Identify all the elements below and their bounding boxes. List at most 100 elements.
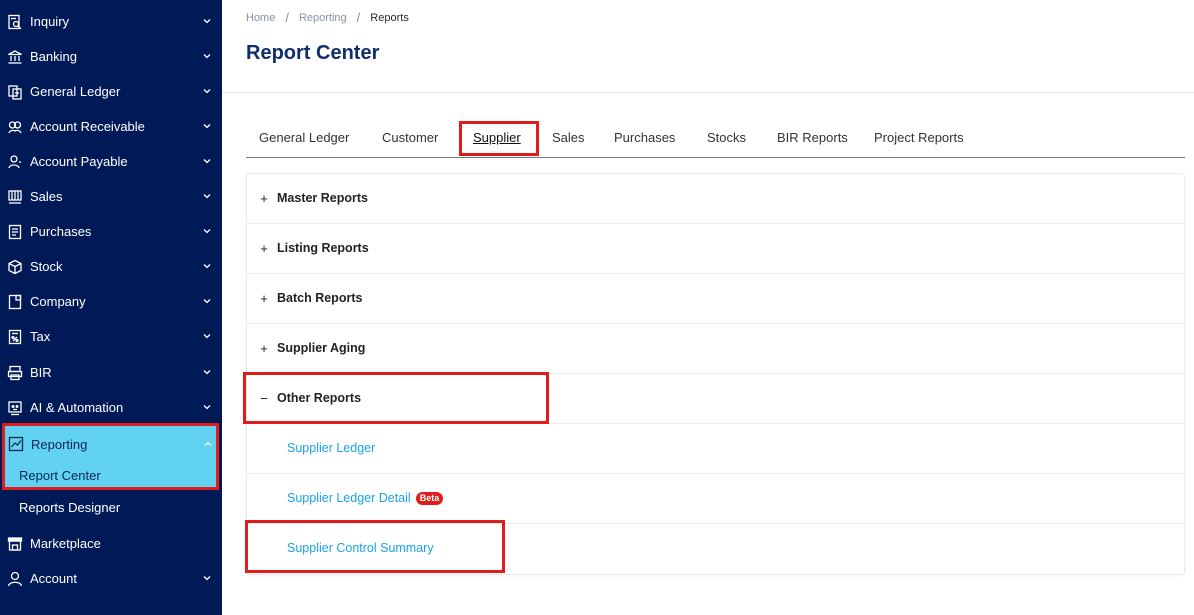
chevron-down-icon bbox=[202, 156, 212, 166]
sidebar: Inquiry Banking General Ledger Account R… bbox=[0, 0, 222, 615]
link-label: Supplier Ledger bbox=[287, 441, 376, 455]
chevron-up-icon bbox=[203, 439, 213, 449]
sidebar-item-banking[interactable]: Banking bbox=[0, 39, 222, 74]
sidebar-subitem-reports-designer[interactable]: Reports Designer bbox=[19, 500, 120, 515]
section-supplier-aging[interactable]: + Supplier Aging bbox=[247, 324, 1184, 374]
sidebar-item-label: Inquiry bbox=[30, 14, 70, 29]
section-listing-reports[interactable]: + Listing Reports bbox=[247, 224, 1184, 274]
sidebar-item-inquiry[interactable]: Inquiry bbox=[0, 4, 222, 39]
tab-sales[interactable]: Sales bbox=[552, 130, 585, 145]
sidebar-item-company[interactable]: Company bbox=[0, 284, 222, 319]
section-label: Master Reports bbox=[277, 191, 368, 205]
stock-icon bbox=[6, 258, 24, 276]
chevron-down-icon bbox=[202, 331, 212, 341]
tab-general-ledger[interactable]: General Ledger bbox=[259, 130, 349, 145]
company-icon bbox=[6, 293, 24, 311]
purchases-icon bbox=[6, 223, 24, 241]
link-supplier-ledger-detail[interactable]: Supplier Ledger Detail Beta bbox=[287, 491, 444, 505]
list-item: Supplier Ledger bbox=[247, 424, 1184, 474]
bir-icon bbox=[6, 364, 24, 382]
sidebar-item-ai-automation[interactable]: AI & Automation bbox=[0, 390, 222, 425]
expand-icon: + bbox=[260, 341, 268, 356]
sidebar-item-marketplace[interactable]: Marketplace bbox=[0, 526, 222, 561]
tab-stocks[interactable]: Stocks bbox=[707, 130, 746, 145]
chevron-down-icon bbox=[202, 261, 212, 271]
chevron-down-icon bbox=[202, 226, 212, 236]
breadcrumb-reporting[interactable]: Reporting bbox=[299, 12, 347, 24]
sales-icon bbox=[6, 188, 24, 206]
sidebar-item-label: Account Payable bbox=[30, 154, 128, 169]
receivable-icon bbox=[6, 118, 24, 136]
section-label: Supplier Aging bbox=[277, 341, 366, 355]
list-item: Supplier Ledger Detail Beta bbox=[247, 474, 1184, 524]
sidebar-item-label: Sales bbox=[30, 189, 63, 204]
sidebar-item-account-payable[interactable]: Account Payable bbox=[0, 144, 222, 179]
sidebar-item-general-ledger[interactable]: General Ledger bbox=[0, 74, 222, 109]
link-supplier-ledger[interactable]: Supplier Ledger bbox=[287, 441, 375, 455]
highlight-box-supplier-tab bbox=[459, 121, 539, 156]
sidebar-item-reporting[interactable]: Reporting bbox=[5, 428, 216, 460]
sidebar-item-label: Account Receivable bbox=[30, 119, 145, 134]
sidebar-item-account-receivable[interactable]: Account Receivable bbox=[0, 109, 222, 144]
tab-customer[interactable]: Customer bbox=[382, 130, 438, 145]
payable-icon bbox=[6, 153, 24, 171]
user-icon bbox=[6, 570, 24, 588]
ledger-icon bbox=[6, 83, 24, 101]
sidebar-item-label: AI & Automation bbox=[30, 400, 124, 415]
bank-icon bbox=[6, 48, 24, 66]
breadcrumb-separator: / bbox=[356, 10, 361, 25]
chart-icon bbox=[7, 435, 25, 453]
chevron-down-icon bbox=[202, 51, 212, 61]
section-batch-reports[interactable]: + Batch Reports bbox=[247, 274, 1184, 324]
chevron-down-icon bbox=[202, 573, 212, 583]
sidebar-item-label: Marketplace bbox=[30, 536, 101, 551]
sidebar-item-label: Reporting bbox=[31, 436, 88, 452]
header-divider bbox=[222, 92, 1194, 93]
tab-purchases[interactable]: Purchases bbox=[614, 130, 675, 145]
sidebar-item-tax[interactable]: Tax bbox=[0, 319, 222, 354]
chevron-down-icon bbox=[202, 191, 212, 201]
sidebar-item-account[interactable]: Account bbox=[0, 561, 222, 596]
chevron-down-icon bbox=[202, 402, 212, 412]
sidebar-item-label: General Ledger bbox=[30, 84, 121, 99]
breadcrumb-home[interactable]: Home bbox=[246, 12, 275, 24]
breadcrumb-current: Reports bbox=[370, 11, 409, 24]
tax-icon bbox=[6, 328, 24, 346]
sidebar-group-reporting: Reporting Report Center bbox=[2, 423, 219, 490]
expand-icon: + bbox=[260, 191, 268, 206]
chevron-down-icon bbox=[202, 86, 212, 96]
report-tabs: General Ledger Customer Supplier Sales P… bbox=[246, 118, 1185, 158]
section-label: Listing Reports bbox=[277, 241, 369, 255]
highlight-box-other-reports bbox=[243, 372, 549, 424]
sidebar-item-stock[interactable]: Stock bbox=[0, 249, 222, 284]
sidebar-item-label: Company bbox=[30, 294, 86, 309]
sidebar-item-label: Banking bbox=[30, 49, 77, 64]
sidebar-item-label: Stock bbox=[30, 259, 63, 274]
ai-icon bbox=[6, 399, 24, 417]
chevron-down-icon bbox=[202, 296, 212, 306]
sidebar-item-label: BIR bbox=[30, 365, 52, 380]
expand-icon: + bbox=[260, 241, 268, 256]
breadcrumb-separator: / bbox=[285, 10, 289, 25]
chevron-down-icon bbox=[202, 16, 212, 26]
section-master-reports[interactable]: + Master Reports bbox=[247, 174, 1184, 224]
breadcrumb: Home / Reporting / Reports bbox=[246, 10, 409, 25]
beta-badge: Beta bbox=[415, 491, 444, 505]
sidebar-item-bir[interactable]: BIR bbox=[0, 355, 222, 390]
tab-project-reports[interactable]: Project Reports bbox=[874, 130, 964, 145]
store-icon bbox=[6, 535, 24, 553]
page-title: Report Center bbox=[246, 42, 380, 64]
sidebar-item-label: Tax bbox=[30, 329, 51, 344]
chevron-down-icon bbox=[202, 367, 212, 377]
expand-icon: + bbox=[260, 291, 268, 306]
section-label: Batch Reports bbox=[277, 291, 363, 305]
link-label: Supplier Ledger Detail bbox=[287, 491, 411, 505]
sidebar-item-label: Account bbox=[30, 571, 77, 586]
tab-bir-reports[interactable]: BIR Reports bbox=[777, 130, 848, 145]
sidebar-item-purchases[interactable]: Purchases bbox=[0, 214, 222, 249]
sidebar-item-label: Purchases bbox=[30, 224, 92, 239]
sidebar-item-sales[interactable]: Sales bbox=[0, 179, 222, 214]
highlight-box-supplier-control-summary bbox=[245, 520, 505, 573]
chevron-down-icon bbox=[202, 121, 212, 131]
sidebar-subitem-report-center[interactable]: Report Center bbox=[19, 468, 101, 483]
